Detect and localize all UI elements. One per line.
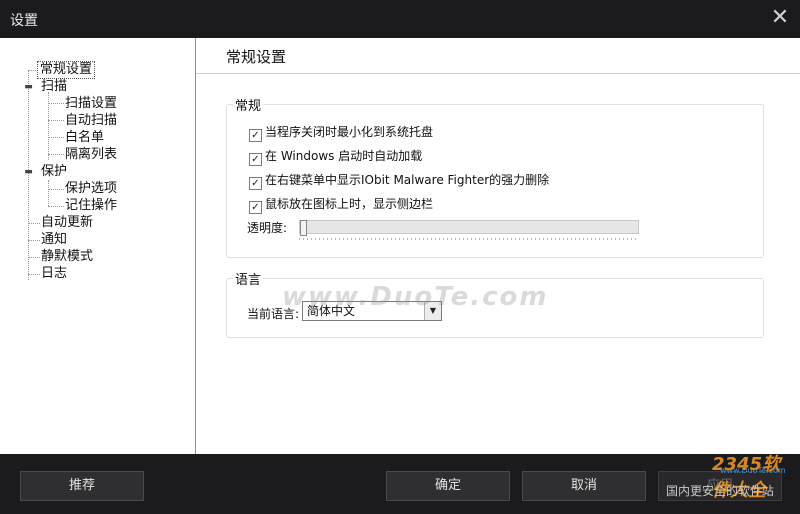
sidebar-item-auto-update[interactable]: 自动更新: [41, 215, 93, 231]
general-group-label: 常规: [233, 95, 264, 114]
general-group: 常规 ✓ 当程序关闭时最小化到系统托盘 ✓ 在 Windows 启动时自动加载 ✓ 在…: [226, 95, 764, 258]
slider-handle[interactable]: [300, 220, 307, 236]
sidebar-item-remember-actions[interactable]: 记住操作: [65, 198, 117, 214]
checkmark-icon[interactable]: ✓: [249, 153, 262, 166]
ok-button[interactable]: 确定: [386, 471, 510, 501]
watermark-text: www.DuoTe.com: [282, 282, 549, 312]
sidebar-item-general[interactable]: 常规设置: [36, 61, 96, 79]
badge-slogan: 国内更安全的软件站: [666, 484, 775, 498]
tree-line: [48, 103, 64, 104]
page-title: 常规设置: [226, 48, 287, 66]
tree-line: [48, 137, 64, 138]
sidebar-item-auto-scan[interactable]: 自动扫描: [65, 113, 117, 129]
recommend-button[interactable]: 推荐: [20, 471, 144, 501]
option-minimize-to-tray[interactable]: ✓ 当程序关闭时最小化到系统托盘: [249, 124, 434, 142]
tree-line: [48, 206, 64, 207]
settings-tree: ▬ ▬ 常规设置 扫描 扫描设置 自动扫描 白名单 隔离列表 保护 保护选项 记…: [0, 38, 196, 454]
window-title: 设置: [10, 13, 38, 29]
option-label: 在 Windows 启动时自动加载: [265, 149, 423, 163]
sidebar-item-silent-mode[interactable]: 静默模式: [41, 249, 93, 265]
tree-line: [28, 223, 40, 224]
checkmark-icon[interactable]: ✓: [249, 201, 262, 214]
sidebar-item-scan-settings[interactable]: 扫描设置: [65, 96, 117, 112]
title-divider: [196, 73, 800, 74]
tree-line: [28, 274, 40, 275]
tree-line: [48, 120, 64, 121]
tree-line: [28, 70, 38, 71]
tree-line: [48, 189, 64, 190]
checkmark-icon[interactable]: ✓: [249, 177, 262, 190]
transparency-slider[interactable]: [299, 220, 639, 236]
tree-line: [28, 257, 40, 258]
cancel-button[interactable]: 取消: [522, 471, 646, 501]
collapse-protect-icon[interactable]: ▬: [24, 168, 33, 177]
collapse-scan-icon[interactable]: ▬: [24, 83, 33, 92]
sidebar-item-scan[interactable]: 扫描: [41, 79, 67, 95]
tree-line: [48, 154, 64, 155]
sidebar-item-protect[interactable]: 保护: [41, 164, 67, 180]
transparency-label: 透明度:: [247, 221, 288, 235]
sidebar-item-log[interactable]: 日志: [41, 266, 67, 282]
site-badge: 2345软件大全 www.DuoTe.com 国内更安全的软件站: [662, 442, 798, 510]
option-label: 鼠标放在图标上时，显示侧边栏: [265, 197, 434, 211]
checkmark-icon[interactable]: ✓: [249, 129, 262, 142]
language-group-label: 语言: [233, 269, 264, 288]
close-icon[interactable]: ✕: [768, 6, 792, 30]
sidebar-item-protect-options[interactable]: 保护选项: [65, 181, 117, 197]
content-area: ▬ ▬ 常规设置 扫描 扫描设置 自动扫描 白名单 隔离列表 保护 保护选项 记…: [0, 38, 800, 454]
tree-line: [28, 240, 40, 241]
title-bar: 设置 ✕: [0, 0, 800, 38]
tree-line: [48, 180, 49, 206]
option-autostart[interactable]: ✓ 在 Windows 启动时自动加载: [249, 148, 423, 166]
sidebar-item-quarantine[interactable]: 隔离列表: [65, 147, 117, 163]
option-label: 当程序关闭时最小化到系统托盘: [265, 125, 434, 139]
slider-ticks: [299, 238, 637, 240]
sidebar-item-notifications[interactable]: 通知: [41, 232, 67, 248]
option-hover-sidebar[interactable]: ✓ 鼠标放在图标上时，显示侧边栏: [249, 196, 434, 214]
sidebar-item-whitelist[interactable]: 白名单: [65, 130, 104, 146]
badge-site: www.DuoTe.com: [720, 466, 786, 475]
option-label: 在右键菜单中显示IObit Malware Fighter的强力删除: [265, 173, 550, 187]
option-context-menu-shred[interactable]: ✓ 在右键菜单中显示IObit Malware Fighter的强力删除: [249, 172, 550, 190]
main-panel: 常规设置 常规 ✓ 当程序关闭时最小化到系统托盘 ✓ 在 Windows 启动时自动…: [196, 38, 800, 454]
